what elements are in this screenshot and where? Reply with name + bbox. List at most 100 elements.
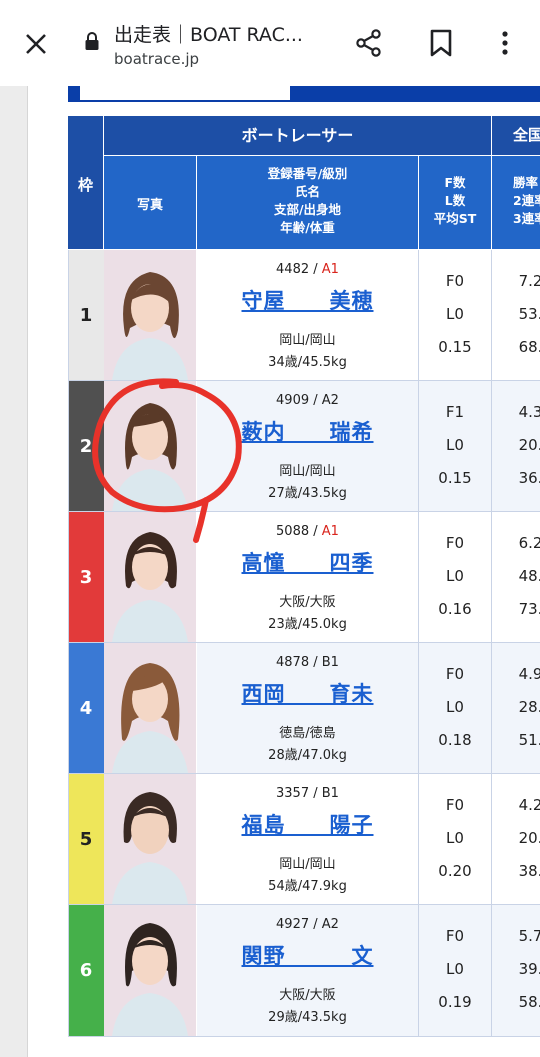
fl-header-line1: F数: [444, 175, 466, 190]
racer-info-1: 4482 / A1 守屋 美穂 岡山/岡山 34歳/45.5kg: [197, 250, 418, 380]
racer-info-6: 4927 / A2 関野 文 大阪/大阪 29歳/43.5kg: [197, 905, 418, 1036]
l-count: L0: [446, 567, 464, 585]
regno: 4482: [276, 262, 310, 277]
avg-st: 0.15: [438, 338, 472, 356]
branch-2: 岡山/岡山: [279, 464, 336, 479]
browser-toolbar: 出走表｜BOAT RAC... boatrace.jp: [0, 0, 540, 87]
regno-grade-5: 3357 / B1: [276, 786, 339, 801]
racer-name-link-5[interactable]: 福島 陽子: [197, 809, 418, 839]
waku-cell-1: 1: [68, 250, 104, 380]
info-header-line4: 年齢/体重: [280, 220, 335, 235]
bookmark-icon[interactable]: [428, 28, 454, 58]
age-weight-3: 23歳/45.0kg: [268, 617, 347, 632]
grid-line: [418, 250, 419, 1036]
share-icon[interactable]: [354, 28, 384, 58]
waku-cell-6: 6: [68, 905, 104, 1036]
fl-cell-6: F0 L0 0.19: [419, 920, 491, 1019]
close-icon[interactable]: [22, 30, 50, 58]
two-rate: 53.3: [518, 305, 540, 323]
racer-name-link-1[interactable]: 守屋 美穂: [197, 285, 418, 315]
f-count: F0: [445, 272, 465, 290]
info-header-line1: 登録番号/級別: [267, 166, 348, 181]
two-rate: 20.9: [518, 829, 540, 847]
lock-icon: [85, 32, 99, 50]
wr-header-cell: 勝率 2連率 3連率: [492, 156, 540, 249]
grid-line: [68, 250, 69, 1036]
fl-cell-5: F0 L0 0.20: [419, 789, 491, 888]
l-count: L0: [446, 436, 464, 454]
race-entry-table: 枠 ボートレーサー 全国 写真 登録番号/級別 氏名 支部/出身地 年齢/体重 …: [68, 116, 540, 1036]
racer-name-link-2[interactable]: 薮内 瑞希: [197, 416, 418, 446]
regno-grade-6: 4927 / A2: [276, 917, 339, 932]
grade: B1: [321, 786, 339, 801]
racer-info-5: 3357 / B1 福島 陽子 岡山/岡山 54歳/47.9kg: [197, 774, 418, 904]
racer-photo-5[interactable]: [104, 774, 196, 904]
wr-cell-4: 4.98 28.7 51.2: [492, 658, 540, 757]
fl-cell-4: F0 L0 0.18: [419, 658, 491, 757]
f-count: F1: [445, 403, 465, 421]
f-count: F0: [445, 534, 465, 552]
racer-photo-6[interactable]: [104, 905, 196, 1036]
win-rate: 4.37: [518, 403, 540, 421]
three-rate: 58.7: [518, 993, 540, 1011]
waku-header: 枠: [77, 176, 93, 194]
three-rate: 36.2: [518, 469, 540, 487]
branch-1: 岡山/岡山: [279, 333, 336, 348]
age-weight-4: 28歳/47.0kg: [268, 748, 347, 763]
age-weight-5: 54歳/47.9kg: [268, 879, 347, 894]
wr-cell-1: 7.27 53.3 68.3: [492, 265, 540, 364]
portrait-image: [104, 905, 196, 1036]
age-weight-6: 29歳/43.5kg: [268, 1010, 347, 1025]
f-count: F0: [445, 796, 465, 814]
waku-cell-5: 5: [68, 774, 104, 904]
page-margin: [0, 86, 27, 1057]
regno-grade-1: 4482 / A1: [276, 262, 339, 277]
wr-header-line1: 勝率: [513, 175, 539, 190]
win-rate: 7.27: [518, 272, 540, 290]
regno-grade-4: 4878 / B1: [276, 655, 339, 670]
grade: A1: [321, 262, 339, 277]
grade: A1: [321, 524, 339, 539]
two-rate: 28.7: [518, 698, 540, 716]
wr-cell-3: 6.27 48.7 73.1: [492, 527, 540, 626]
racer-name-link-3[interactable]: 高憧 四季: [197, 547, 418, 577]
racer-photo-3[interactable]: [104, 512, 196, 642]
three-rate: 38.3: [518, 862, 540, 880]
avg-st: 0.20: [438, 862, 472, 880]
l-count: L0: [446, 829, 464, 847]
racer-photo-4[interactable]: [104, 643, 196, 773]
more-vert-icon[interactable]: [495, 28, 515, 58]
branch-6: 大阪/大阪: [279, 988, 336, 1003]
photo-header-cell: 写真: [104, 156, 196, 249]
page-url[interactable]: boatrace.jp: [114, 50, 199, 68]
fl-header-line3: 平均ST: [433, 211, 477, 226]
age-weight-2: 27歳/43.5kg: [268, 486, 347, 501]
win-rate: 6.27: [518, 534, 540, 552]
active-tab-edge[interactable]: [80, 86, 290, 100]
grade: A2: [321, 393, 339, 408]
racer-photo-2[interactable]: [104, 381, 196, 511]
portrait-image: [104, 512, 196, 642]
fl-cell-1: F0 L0 0.15: [419, 265, 491, 364]
national-group-header: 全国: [492, 116, 540, 155]
grid-line: [491, 250, 492, 1036]
avg-st: 0.18: [438, 731, 472, 749]
regno: 4927: [276, 917, 310, 932]
two-rate: 48.7: [518, 567, 540, 585]
photo-header: 写真: [136, 198, 163, 213]
page-title[interactable]: 出走表｜BOAT RAC...: [114, 20, 303, 47]
branch-4: 徳島/徳島: [279, 726, 336, 741]
wr-cell-2: 4.37 20.8 36.2: [492, 396, 540, 495]
racer-photo-1[interactable]: [104, 250, 196, 380]
racer-name-link-4[interactable]: 西岡 育未: [197, 678, 418, 708]
info-header-line2: 氏名: [294, 184, 320, 199]
regno: 4909: [276, 393, 310, 408]
waku-cell-4: 4: [68, 643, 104, 773]
branch-5: 岡山/岡山: [279, 857, 336, 872]
racer-group-header: ボートレーサー: [104, 116, 491, 155]
wr-cell-5: 4.26 20.9 38.3: [492, 789, 540, 888]
racer-name-link-6[interactable]: 関野 文: [197, 940, 418, 970]
info-header-line3: 支部/出身地: [273, 202, 342, 217]
waku-cell-3: 3: [68, 512, 104, 642]
win-rate: 5.78: [518, 927, 540, 945]
